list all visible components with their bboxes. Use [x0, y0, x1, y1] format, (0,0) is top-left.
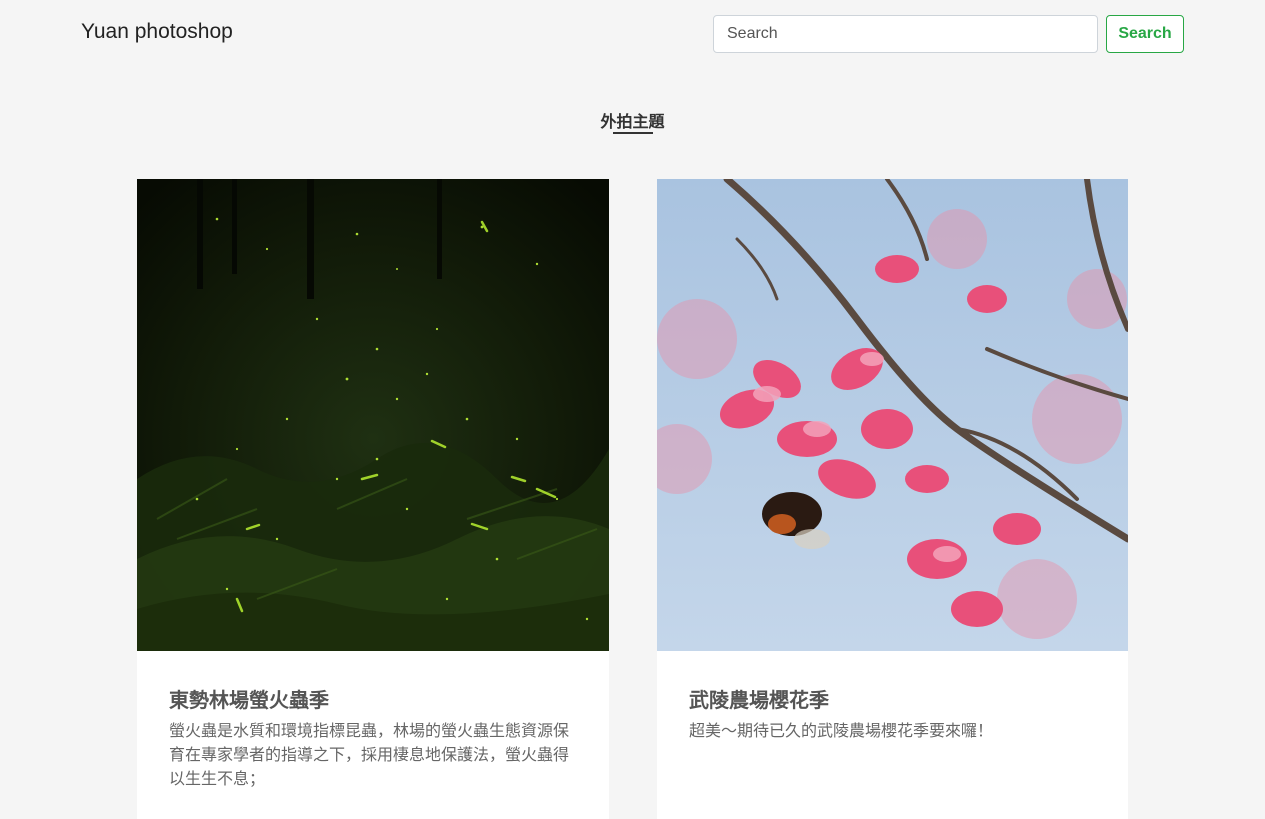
- section-title: 外拍主題: [600, 112, 665, 131]
- card-title[interactable]: 東勢林場螢火蟲季: [169, 684, 329, 713]
- fireflies-forest-photo[interactable]: [137, 179, 609, 651]
- card-description: 螢火蟲是水質和環境指標昆蟲，林場的螢火蟲生態資源保育在專家學者的指導之下，採用棲…: [169, 721, 570, 788]
- card-fireflies[interactable]: 東勢林場螢火蟲季 螢火蟲是水質和環境指標昆蟲，林場的螢火蟲生態資源保育在專家學者…: [137, 179, 609, 819]
- section-title-underline: [613, 132, 653, 134]
- card-description: 超美～期待已久的武陵農場櫻花季要來囉！: [689, 721, 994, 740]
- card-title[interactable]: 武陵農場櫻花季: [689, 684, 829, 713]
- cherry-blossom-bee-photo[interactable]: [657, 179, 1128, 651]
- brand-link[interactable]: Yuan photoshop: [81, 20, 233, 44]
- search-input[interactable]: [713, 15, 1098, 53]
- search-button[interactable]: Search: [1106, 15, 1184, 53]
- card-cherry-blossom[interactable]: 武陵農場櫻花季 超美～期待已久的武陵農場櫻花季要來囉！: [657, 179, 1128, 819]
- navbar: Yuan photoshop Search: [0, 0, 1265, 70]
